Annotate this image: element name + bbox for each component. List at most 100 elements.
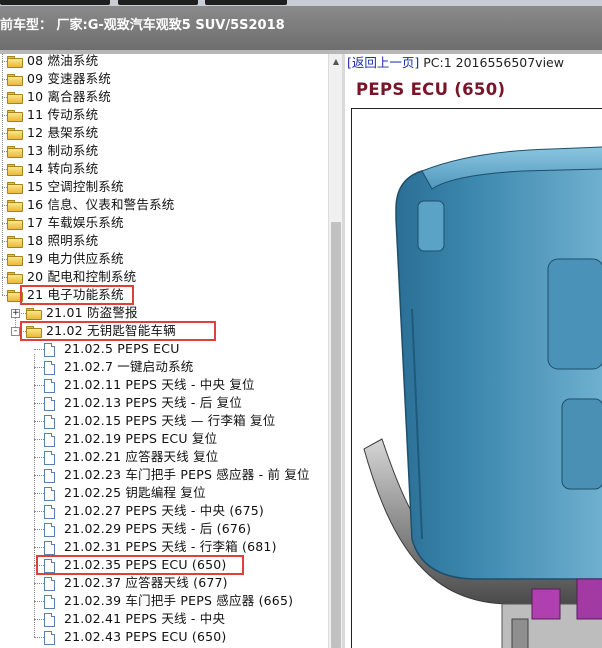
tree-connector [34, 637, 44, 638]
tree-folder-item[interactable]: 10 离合器系统 [0, 88, 328, 106]
tree-item-label: 21.02.23 车门把手 PEPS 感应器 - 前 复位 [64, 467, 310, 482]
tree-folder-item[interactable]: 16 信息、仪表和警告系统 [0, 196, 328, 214]
toolbar-button[interactable] [205, 0, 287, 5]
tree-item-label: 12 悬架系统 [27, 125, 99, 140]
tree-scrollbar[interactable]: ▲ [328, 54, 343, 648]
tree-folder-item[interactable]: 18 照明系统 [0, 232, 328, 250]
tree-item-label: 21.02.27 PEPS 天线 - 中央 (675) [64, 503, 264, 518]
tree-item-label: 11 传动系统 [27, 107, 99, 122]
tree-item-label: 21.02.13 PEPS 天线 - 后 复位 [64, 395, 243, 410]
tree-connector [34, 367, 44, 368]
collapse-icon[interactable]: - [11, 327, 20, 336]
tree-document-item[interactable]: 21.02.43 PEPS ECU (650) [0, 628, 328, 646]
document-icon [44, 415, 55, 429]
tree-item-label: 08 燃油系统 [27, 54, 99, 68]
tree-document-item[interactable]: 21.02.23 车门把手 PEPS 感应器 - 前 复位 [0, 466, 328, 484]
document-icon [44, 487, 55, 501]
tree-folder-item[interactable]: 08 燃油系统 [0, 54, 328, 70]
tree-folder-item[interactable]: 09 变速器系统 [0, 70, 328, 88]
tree-item-label: 21.02.19 PEPS ECU 复位 [64, 431, 218, 446]
document-icon [44, 397, 55, 411]
tree-connector [34, 421, 44, 422]
tree-folder-item[interactable]: 12 悬架系统 [0, 124, 328, 142]
document-icon [44, 469, 55, 483]
tree-item-label: 17 车载娱乐系统 [27, 215, 124, 230]
tree-folder-item[interactable]: 17 车载娱乐系统 [0, 214, 328, 232]
tree-folder-item[interactable]: +21.01 防盗警报 [0, 304, 328, 322]
tree-item-label: 14 转向系统 [27, 161, 99, 176]
tree-document-item[interactable]: 21.02.29 PEPS 天线 - 后 (676) [0, 520, 328, 538]
highlight-box [20, 321, 216, 341]
nav-line: [返回上一页] PC:1 2016556507view [347, 55, 564, 71]
folder-icon [7, 56, 23, 68]
tree-item-label: 21.02.31 PEPS 天线 - 行李箱 (681) [64, 539, 277, 554]
tree-item-label: 21.02.29 PEPS 天线 - 后 (676) [64, 521, 252, 536]
tree-document-item[interactable]: 21.02.31 PEPS 天线 - 行李箱 (681) [0, 538, 328, 556]
tree-document-item[interactable]: 21.02.7 一键启动系统 [0, 358, 328, 376]
scroll-thumb[interactable] [331, 222, 341, 648]
folder-icon [26, 308, 42, 320]
tree-document-item[interactable]: 21.02.39 车门把手 PEPS 感应器 (665) [0, 592, 328, 610]
back-link[interactable]: [返回上一页] [347, 55, 419, 70]
tree-connector [34, 475, 44, 476]
tree-document-item[interactable]: 21.02.15 PEPS 天线 — 行李箱 复位 [0, 412, 328, 430]
tree-item-label: 13 制动系统 [27, 143, 99, 158]
tree-folder-item[interactable]: 15 空调控制系统 [0, 178, 328, 196]
vehicle-header: 前车型： 厂家:G-观致汽车观致5 SUV/5S2018 [0, 6, 602, 50]
document-icon [44, 433, 55, 447]
tree-document-item[interactable]: 21.02.5 PEPS ECU [0, 340, 328, 358]
toolbar-button[interactable] [118, 0, 198, 5]
tree-item-label: 15 空调控制系统 [27, 179, 124, 194]
scroll-up-icon[interactable]: ▲ [330, 56, 342, 68]
tree-document-item[interactable]: 21.02.13 PEPS 天线 - 后 复位 [0, 394, 328, 412]
tree-connector [34, 583, 44, 584]
tree-document-item[interactable]: 21.02.41 PEPS 天线 - 中央 [0, 610, 328, 628]
highlight-box [20, 285, 134, 305]
tree-panel: 08 燃油系统 09 变速器系统 10 离合器系统 11 传动系统 12 悬架系统 13 … [0, 54, 328, 648]
tree-folder-item[interactable]: 20 配电和控制系统 [0, 268, 328, 286]
tree-connector [34, 619, 44, 620]
tree-connector [34, 529, 44, 530]
tree-folder-item[interactable]: 13 制动系统 [0, 142, 328, 160]
folder-icon [7, 218, 23, 230]
folder-icon [7, 74, 23, 86]
tree-item-label: 19 电力供应系统 [27, 251, 124, 266]
tree-connector [34, 601, 44, 602]
tree-connector [34, 349, 44, 350]
tree-document-item[interactable]: 21.02.27 PEPS 天线 - 中央 (675) [0, 502, 328, 520]
tree-item-label: 21.02.7 一键启动系统 [64, 359, 194, 374]
document-title: PEPS ECU (650) [356, 80, 506, 99]
document-icon [44, 631, 55, 645]
tree-folder-item[interactable]: 11 传动系统 [0, 106, 328, 124]
tree-document-item[interactable]: 21.02.11 PEPS 天线 - 中央 复位 [0, 376, 328, 394]
tree-item-label: 21.01 防盗警报 [46, 305, 138, 320]
document-icon [44, 361, 55, 375]
tree-connector [34, 511, 44, 512]
tree-connector [34, 493, 44, 494]
peps-ecu-image [363, 146, 602, 648]
folder-icon [7, 236, 23, 248]
document-icon [44, 541, 55, 555]
document-icon [44, 523, 55, 537]
tree-connector [34, 457, 44, 458]
page-info: PC:1 2016556507view [419, 55, 564, 70]
ecu-illustration [351, 108, 602, 648]
tree-item-label: 21.02.11 PEPS 天线 - 中央 复位 [64, 377, 255, 392]
highlight-box [36, 555, 244, 575]
tree-folder-item[interactable]: 19 电力供应系统 [0, 250, 328, 268]
tree-folder-item[interactable]: 14 转向系统 [0, 160, 328, 178]
tree-document-item[interactable]: 21.02.19 PEPS ECU 复位 [0, 430, 328, 448]
toolbar-button[interactable] [0, 0, 110, 5]
tree-document-item[interactable]: 21.02.21 应答器天线 复位 [0, 448, 328, 466]
tree-item-label: 16 信息、仪表和警告系统 [27, 197, 175, 212]
expand-icon[interactable]: + [11, 309, 20, 318]
tree-document-item[interactable]: 21.02.25 钥匙编程 复位 [0, 484, 328, 502]
document-icon [44, 613, 55, 627]
tree-item-label: 10 离合器系统 [27, 89, 111, 104]
folder-icon [7, 164, 23, 176]
document-icon [44, 451, 55, 465]
tree-document-item[interactable]: 21.02.37 应答器天线 (677) [0, 574, 328, 592]
tree-item-label: 09 变速器系统 [27, 71, 111, 86]
tree-item-label: 21.02.41 PEPS 天线 - 中央 [64, 611, 226, 626]
document-icon [44, 343, 55, 357]
